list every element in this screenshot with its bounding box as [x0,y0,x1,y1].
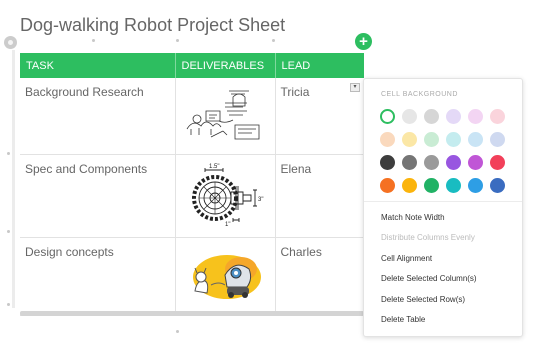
color-swatch[interactable] [446,155,461,170]
task-cell[interactable]: Design concepts [20,237,176,316]
project-table[interactable]: TASK DELIVERABLES LEAD Background Resear… [20,53,364,316]
deliverable-cell[interactable] [175,237,276,316]
lead-name: Tricia [280,85,310,99]
column-header-lead[interactable]: LEAD [275,53,364,78]
table-options-menu: Match Note Width Distribute Columns Evenl… [381,213,477,335]
color-swatch[interactable] [424,109,439,124]
guide-dot [176,39,179,42]
dimension-label: 1" [225,222,230,228]
color-swatch[interactable] [402,109,417,124]
add-column-button[interactable]: + [355,33,372,50]
color-swatch[interactable] [490,109,505,124]
color-swatch[interactable] [380,109,395,124]
color-swatch[interactable] [468,109,483,124]
guide-dot [7,230,10,233]
lead-name: Charles [280,245,322,259]
task-cell[interactable]: Background Research [20,78,176,155]
menu-item-cell-alignment[interactable]: Cell Alignment [381,254,477,274]
table-row: Background Research Tricia ▾ [20,78,364,155]
color-swatch[interactable] [468,132,483,147]
menu-item-match-note-width[interactable]: Match Note Width [381,213,477,233]
task-cell[interactable]: Spec and Components [20,154,176,238]
color-swatch[interactable] [380,178,395,193]
table-select-handle[interactable] [4,36,17,49]
note-title[interactable]: Dog-walking Robot Project Sheet [20,15,285,36]
guide-dot [7,152,10,155]
color-swatch[interactable] [446,109,461,124]
menu-item-delete-selected-row-s[interactable]: Delete Selected Row(s) [381,295,477,315]
row-resize-rail[interactable] [12,50,15,308]
color-swatch[interactable] [490,178,505,193]
lead-name: Elena [280,162,312,176]
robot-sketch-icon [186,90,260,140]
lead-cell[interactable]: Charles [275,237,364,316]
popover-divider [364,201,522,202]
table-header-row: TASK DELIVERABLES LEAD [20,53,364,78]
column-header-task[interactable]: TASK [20,53,176,78]
color-swatch[interactable] [380,155,395,170]
color-swatch[interactable] [446,178,461,193]
color-swatch[interactable] [402,178,417,193]
color-swatch[interactable] [468,155,483,170]
color-swatch[interactable] [490,155,505,170]
gear-diagram-icon: 1.5" 3" 1" [191,164,263,228]
color-swatch-grid [380,109,508,193]
color-swatch[interactable] [424,132,439,147]
menu-item-distribute-columns-evenly: Distribute Columns Evenly [381,233,475,243]
color-swatch[interactable] [380,132,395,147]
lead-cell[interactable]: Elena [275,154,364,238]
cell-dropdown-icon[interactable]: ▾ [350,83,360,92]
dimension-label: 1.5" [209,164,219,170]
column-header-deliverables[interactable]: DELIVERABLES [175,53,276,78]
robot-concept-icon [192,255,261,299]
color-swatch[interactable] [402,155,417,170]
color-swatch[interactable] [424,178,439,193]
guide-dot [7,303,10,306]
guide-dot [92,39,95,42]
color-swatch[interactable] [490,132,505,147]
guide-dot [272,39,275,42]
deliverable-cell[interactable]: 1.5" 3" 1" [175,154,276,238]
lead-cell[interactable]: Tricia ▾ [275,78,364,155]
color-swatch[interactable] [402,132,417,147]
dimension-label: 3" [258,197,263,203]
color-swatch[interactable] [446,132,461,147]
table-row: Design concepts Charles [20,237,364,316]
guide-dot [176,330,179,333]
horizontal-scrollbar[interactable] [20,311,364,316]
table-options-popover: CELL BACKGROUND Match Note Width Distribu… [363,78,523,337]
plus-icon: + [359,33,368,50]
table-row: Spec and Components 1.5" 3" 1" Elena [20,154,364,238]
color-swatch[interactable] [424,155,439,170]
color-swatch[interactable] [468,178,483,193]
cell-background-label: CELL BACKGROUND [381,91,458,98]
menu-item-delete-table[interactable]: Delete Table [381,315,477,335]
menu-item-delete-selected-column-s[interactable]: Delete Selected Column(s) [381,274,477,294]
deliverable-cell[interactable] [175,78,276,155]
